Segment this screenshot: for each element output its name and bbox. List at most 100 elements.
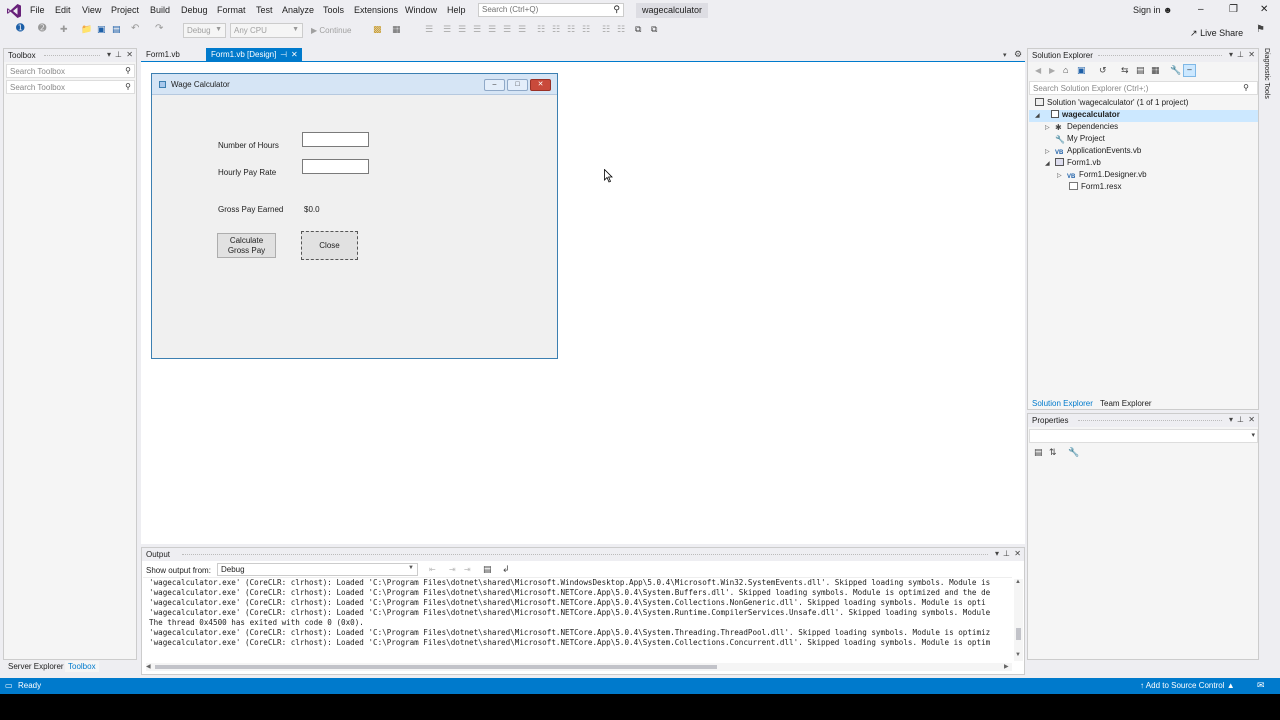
menu-file[interactable]: File [30, 5, 45, 15]
tree-item-form1-designer[interactable]: ▷ VB Form1.Designer.vb [1057, 170, 1147, 182]
platform-select[interactable]: Any CPU ▼ [230, 23, 303, 38]
rate-textbox[interactable] [302, 159, 369, 174]
sign-in-link[interactable]: Sign in ☻ [1133, 5, 1173, 15]
align-centers-icon[interactable]: ☰ [443, 24, 453, 34]
menu-format[interactable]: Format [217, 5, 246, 15]
tree-item-form1-resx[interactable]: Form1.resx [1069, 182, 1121, 194]
align-bottoms-icon[interactable]: ☰ [503, 24, 513, 34]
close-panel-icon[interactable]: ✕ [1248, 415, 1255, 424]
align-to-grid-icon[interactable]: ☰ [518, 24, 528, 34]
tree-item-solution[interactable]: Solution 'wagecalculator' (1 of 1 projec… [1035, 98, 1255, 110]
hours-label[interactable]: Number of Hours [218, 141, 279, 150]
add-to-source-control-button[interactable]: ↑ Add to Source Control ▲ [1140, 681, 1235, 690]
menu-test[interactable]: Test [256, 5, 273, 15]
back-icon[interactable]: ◀ [1035, 66, 1041, 75]
window-position-icon[interactable]: ▾ [1229, 415, 1233, 424]
redo-icon[interactable]: ↷ [155, 23, 165, 34]
hours-textbox[interactable] [302, 132, 369, 147]
make-same-width-icon[interactable]: ☷ [537, 24, 547, 34]
gross-pay-label[interactable]: Gross Pay Earned [218, 205, 283, 214]
properties-wrench-icon[interactable]: 🔧 [1170, 65, 1181, 76]
previous-message-icon[interactable]: ⇥ [449, 565, 456, 574]
bring-to-front-icon[interactable]: ⧉ [635, 24, 645, 34]
window-position-icon[interactable]: ▾ [995, 549, 999, 558]
tab-server-explorer[interactable]: Server Explorer [5, 661, 67, 672]
live-share-button[interactable]: ↗ Live Share [1190, 28, 1243, 39]
close-panel-icon[interactable]: ✕ [126, 50, 133, 59]
close-panel-icon[interactable]: ✕ [1014, 549, 1021, 558]
menu-analyze[interactable]: Analyze [282, 5, 314, 15]
open-folder-icon[interactable]: 📁 [81, 24, 92, 34]
tab-form1-design[interactable]: Form1.vb [Design] ⊣ ✕ [206, 48, 302, 62]
pin-icon[interactable]: ⊥ [115, 50, 122, 59]
sync-icon[interactable]: ⇆ [1121, 65, 1129, 76]
close-icon[interactable]: ✕ [1260, 4, 1268, 15]
clear-all-icon[interactable]: ▤ [483, 564, 492, 575]
close-panel-icon[interactable]: ✕ [1248, 50, 1255, 59]
property-pages-icon[interactable]: 🔧 [1068, 447, 1079, 458]
object-selector-dropdown[interactable]: ▾ [1029, 429, 1258, 443]
minimize-icon[interactable]: – [1198, 4, 1204, 15]
tab-solution-explorer[interactable]: Solution Explorer [1028, 398, 1097, 409]
close-tab-icon[interactable]: ✕ [291, 50, 298, 59]
find-message-icon[interactable]: ⇤ [429, 565, 436, 574]
align-rights-icon[interactable]: ☰ [458, 24, 468, 34]
tree-item-form1[interactable]: ◢ Form1.vb [1045, 158, 1101, 170]
categorized-icon[interactable]: ▤ [1034, 447, 1043, 458]
menu-project[interactable]: Project [111, 5, 139, 15]
pin-icon[interactable]: ⊥ [1003, 549, 1010, 558]
menu-view[interactable]: View [82, 5, 101, 15]
menu-edit[interactable]: Edit [55, 5, 71, 15]
close-button[interactable]: Close [301, 231, 358, 260]
notifications-icon[interactable]: ✉ [1257, 680, 1265, 691]
make-same-height-icon[interactable]: ☷ [552, 24, 562, 34]
pending-changes-icon[interactable]: ↺ [1099, 65, 1107, 76]
tab-team-explorer[interactable]: Team Explorer [1096, 398, 1156, 409]
forward-icon[interactable]: ▶ [1049, 66, 1055, 75]
align-lefts-icon[interactable]: ☰ [425, 24, 435, 34]
quick-search-input[interactable]: Search (Ctrl+Q) ⚲ [478, 3, 624, 17]
forward-navigation-icon[interactable]: ➋ [38, 23, 48, 34]
output-vertical-scrollbar[interactable]: ▲ ▼ [1014, 579, 1023, 661]
tree-item-application-events[interactable]: ▷ VB ApplicationEvents.vb [1045, 146, 1141, 158]
alphabetical-icon[interactable]: ⇅ [1049, 447, 1057, 458]
scrollbar-thumb[interactable] [155, 665, 717, 669]
vertical-spacing-icon[interactable]: ☷ [617, 24, 627, 34]
align-tops-icon[interactable]: ☰ [473, 24, 483, 34]
tree-item-dependencies[interactable]: ▷ ✱ Dependencies [1045, 122, 1118, 134]
menu-build[interactable]: Build [150, 5, 170, 15]
back-navigation-icon[interactable]: ➊ [16, 23, 26, 34]
output-source-select[interactable]: Debug ▼ [217, 563, 418, 576]
tab-overflow-icon[interactable]: ▾ [1003, 51, 1007, 59]
switch-views-icon[interactable]: ▣ [1077, 65, 1086, 76]
tab-toolbox[interactable]: Toolbox [65, 661, 99, 672]
menu-extensions[interactable]: Extensions [354, 5, 398, 15]
output-text[interactable]: 'wagecalculator.exe' (CoreCLR: clrhost):… [149, 578, 1011, 660]
solution-explorer-search-input[interactable]: Search Solution Explorer (Ctrl+;) ⚲ [1029, 81, 1258, 95]
pin-icon[interactable]: ⊥ [1237, 415, 1244, 424]
size-to-grid-icon[interactable]: ☷ [582, 24, 592, 34]
show-all-files-icon[interactable]: ▦ [1151, 65, 1160, 76]
undo-icon[interactable]: ↶ [131, 23, 141, 34]
save-all-icon[interactable]: ▤ [112, 24, 122, 34]
menu-debug[interactable]: Debug [181, 5, 208, 15]
format-toolbar-icon[interactable]: ▦ [392, 24, 402, 34]
toolbox-search-input[interactable]: Search Toolbox ⚲ [6, 64, 135, 78]
align-middles-icon[interactable]: ☰ [488, 24, 498, 34]
pin-tab-icon[interactable]: ⊣ [280, 50, 287, 59]
feedback-icon[interactable]: ⚑ [1256, 24, 1266, 35]
window-position-icon[interactable]: ▾ [107, 50, 111, 59]
collapse-all-icon[interactable]: ▤ [1136, 65, 1145, 76]
find-in-files-icon[interactable]: ▩ [373, 24, 383, 34]
wage-calculator-form[interactable]: Wage Calculator – □ ✕ Number of Hours Ho… [151, 73, 558, 359]
scrollbar-thumb[interactable] [1016, 628, 1021, 640]
menu-tools[interactable]: Tools [323, 5, 344, 15]
toolbox-search-input-secondary[interactable]: Search Toolbox ⚲ [6, 80, 135, 94]
restore-icon[interactable]: ❐ [1229, 4, 1238, 15]
menu-help[interactable]: Help [447, 5, 466, 15]
continue-button[interactable]: ▶ Continue [311, 26, 351, 35]
settings-icon[interactable]: ⚙ [1014, 49, 1022, 60]
horizontal-spacing-icon[interactable]: ☷ [602, 24, 612, 34]
make-same-size-icon[interactable]: ☷ [567, 24, 577, 34]
tab-form1-vb[interactable]: Form1.vb [141, 48, 185, 62]
